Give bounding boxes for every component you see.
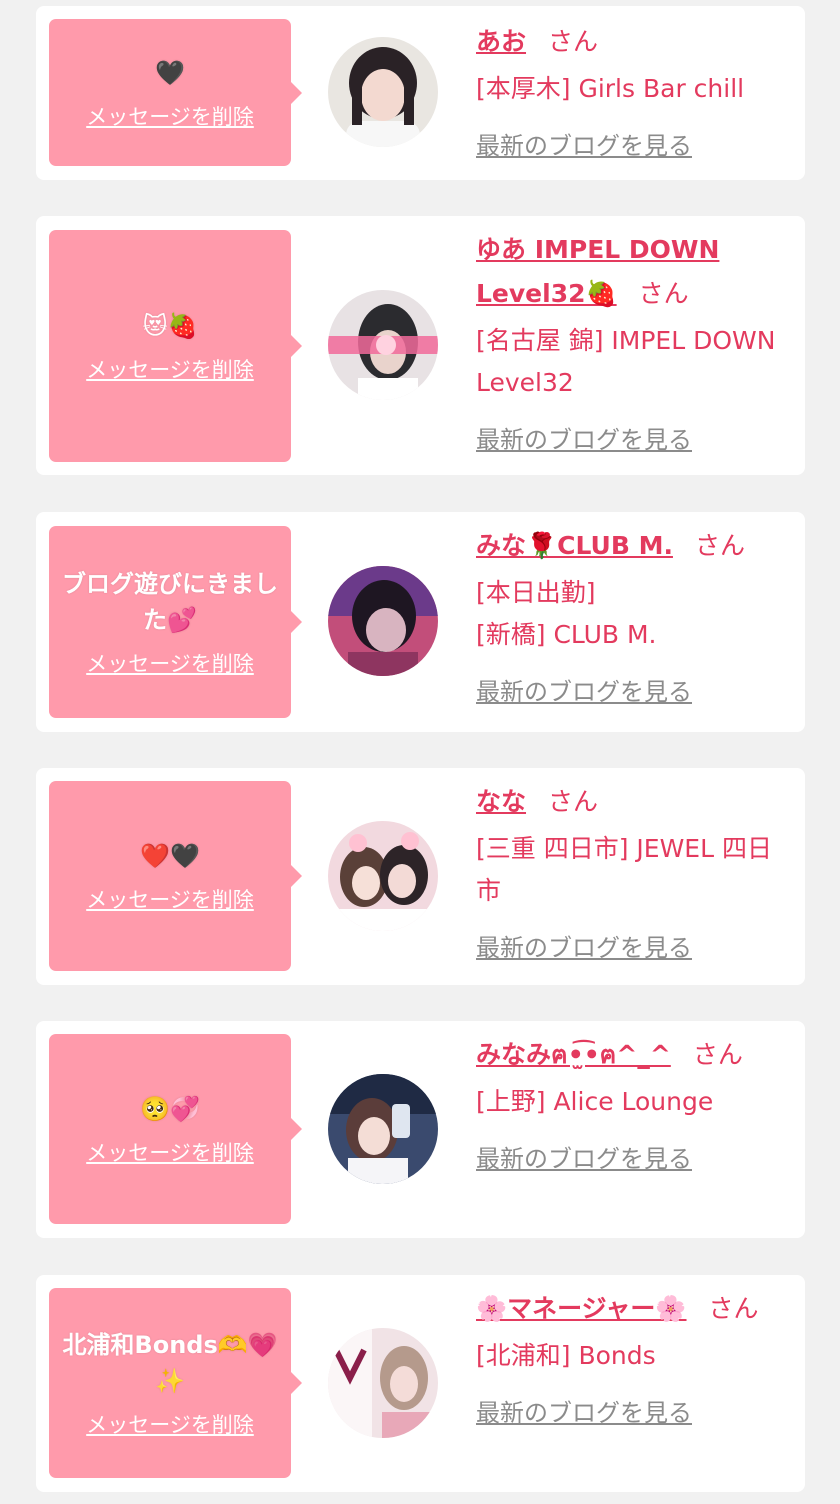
- avatar[interactable]: [328, 290, 438, 400]
- message-text: 🥺💞: [140, 1095, 200, 1123]
- delete-message-link[interactable]: メッセージを削除: [86, 101, 254, 131]
- shop-info: [名古屋 錦] IMPEL DOWN Level32: [476, 320, 794, 404]
- avatar[interactable]: [328, 821, 438, 931]
- sender-name-line: あお さん: [476, 20, 794, 64]
- message-bubble: 北浦和Bonds🫶💗✨ メッセージを削除: [49, 1288, 291, 1478]
- sender-info: あお さん [本厚木] Girls Bar chill 最新のブログを見る: [476, 20, 794, 161]
- avatar[interactable]: [328, 1074, 438, 1184]
- shop-line: [名古屋 錦] IMPEL DOWN Level32: [476, 326, 776, 397]
- sender-name-link[interactable]: あお: [476, 27, 526, 56]
- view-latest-blog-link[interactable]: 最新のブログを見る: [476, 672, 692, 707]
- message-text: 北浦和Bonds🫶💗✨: [62, 1331, 278, 1395]
- message-text: 😻🍓: [142, 312, 198, 340]
- sender-name-line: 🌸マネージャー🌸 さん: [476, 1287, 794, 1331]
- message-bubble: ❤️🖤 メッセージを削除: [49, 781, 291, 971]
- message-bubble: 🖤 メッセージを削除: [49, 19, 291, 166]
- shop-info: [上野] Alice Lounge: [476, 1081, 794, 1123]
- view-latest-blog-link[interactable]: 最新のブログを見る: [476, 1393, 692, 1428]
- avatar[interactable]: [328, 566, 438, 676]
- delete-message-link[interactable]: メッセージを削除: [86, 648, 254, 678]
- shop-line: [新橋] CLUB M.: [476, 620, 657, 649]
- honorific-san: さん: [708, 1294, 759, 1323]
- avatar[interactable]: [328, 1328, 438, 1438]
- view-latest-blog-link[interactable]: 最新のブログを見る: [476, 928, 692, 963]
- message-card: 北浦和Bonds🫶💗✨ メッセージを削除 🌸マネージャー🌸 さん [北浦和] Bo…: [36, 1275, 805, 1492]
- shop-line: [本日出勤]: [476, 578, 596, 607]
- shop-info: [北浦和] Bonds: [476, 1335, 794, 1377]
- shop-line: [北浦和] Bonds: [476, 1341, 656, 1370]
- message-card: 🖤 メッセージを削除 あお さん [本厚木] Girls Bar chill 最新…: [36, 6, 805, 180]
- sender-info: 🌸マネージャー🌸 さん [北浦和] Bonds 最新のブログを見る: [476, 1287, 794, 1428]
- honorific-san: さん: [694, 531, 745, 560]
- delete-message-link[interactable]: メッセージを削除: [86, 884, 254, 914]
- message-text: 🖤: [155, 58, 185, 87]
- sender-info: なな さん [三重 四日市] JEWEL 四日市 最新のブログを見る: [476, 780, 794, 963]
- shop-line: [上野] Alice Lounge: [476, 1087, 714, 1116]
- delete-message-link[interactable]: メッセージを削除: [86, 1409, 254, 1439]
- sender-name-line: ゆあ IMPEL DOWN Level32🍓 さん: [476, 228, 794, 316]
- sender-name-link[interactable]: 🌸マネージャー🌸: [476, 1294, 687, 1323]
- avatar[interactable]: [328, 37, 438, 147]
- delete-message-link[interactable]: メッセージを削除: [86, 354, 254, 384]
- sender-name-link[interactable]: なな: [476, 787, 526, 816]
- delete-message-link[interactable]: メッセージを削除: [86, 1137, 254, 1167]
- message-bubble: 😻🍓 メッセージを削除: [49, 230, 291, 462]
- sender-name-line: みな🌹CLUB M. さん: [476, 524, 794, 568]
- view-latest-blog-link[interactable]: 最新のブログを見る: [476, 420, 692, 455]
- view-latest-blog-link[interactable]: 最新のブログを見る: [476, 1139, 692, 1174]
- view-latest-blog-link[interactable]: 最新のブログを見る: [476, 126, 692, 161]
- honorific-san: さん: [548, 27, 599, 56]
- honorific-san: さん: [692, 1040, 743, 1069]
- sender-info: みなみฅ•̫͡•ฅ^_^ さん [上野] Alice Lounge 最新のブログを…: [476, 1033, 794, 1174]
- sender-info: ゆあ IMPEL DOWN Level32🍓 さん [名古屋 錦] IMPEL D…: [476, 228, 794, 455]
- shop-info: [本日出勤] [新橋] CLUB M.: [476, 572, 794, 656]
- message-text: ブログ遊びにきました💕: [62, 570, 278, 634]
- sender-name-line: なな さん: [476, 780, 794, 824]
- message-bubble: 🥺💞 メッセージを削除: [49, 1034, 291, 1224]
- message-bubble: ブログ遊びにきました💕 メッセージを削除: [49, 526, 291, 718]
- message-text: ❤️🖤: [140, 842, 200, 870]
- message-card: 😻🍓 メッセージを削除 ゆあ IMPEL DOWN Level32🍓 さん [名古…: [36, 216, 805, 475]
- sender-info: みな🌹CLUB M. さん [本日出勤] [新橋] CLUB M. 最新のブログを…: [476, 524, 794, 707]
- sender-name-link[interactable]: みなみฅ•̫͡•ฅ^_^: [476, 1040, 671, 1069]
- shop-info: [三重 四日市] JEWEL 四日市: [476, 828, 794, 912]
- honorific-san: さん: [548, 787, 599, 816]
- message-card: ❤️🖤 メッセージを削除 なな さん [三重 四日市] JEWEL 四日市 最新の…: [36, 768, 805, 985]
- message-card: ブログ遊びにきました💕 メッセージを削除 みな🌹CLUB M. さん [本日出勤]…: [36, 512, 805, 732]
- shop-line: [本厚木] Girls Bar chill: [476, 74, 745, 103]
- honorific-san: さん: [638, 279, 689, 308]
- message-card: 🥺💞 メッセージを削除 みなみฅ•̫͡•ฅ^_^ さん [上野] Alice Lo…: [36, 1021, 805, 1238]
- sender-name-line: みなみฅ•̫͡•ฅ^_^ さん: [476, 1033, 794, 1077]
- shop-info: [本厚木] Girls Bar chill: [476, 68, 794, 110]
- sender-name-link[interactable]: みな🌹CLUB M.: [476, 531, 673, 560]
- shop-line: [三重 四日市] JEWEL 四日市: [476, 834, 772, 905]
